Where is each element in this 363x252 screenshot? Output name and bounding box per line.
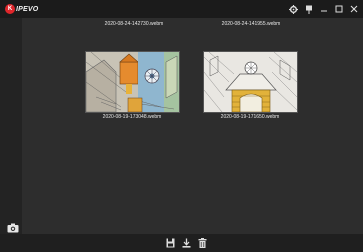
video-thumbnail-1[interactable]: [85, 51, 180, 113]
settings-icon[interactable]: [288, 4, 299, 15]
file-name-2[interactable]: 2020-08-19-171650.webm: [200, 114, 300, 120]
download-icon[interactable]: [181, 237, 191, 248]
logo-text: IPEVO: [16, 5, 39, 13]
logo-badge: K: [5, 4, 15, 14]
bottom-actions: [165, 237, 207, 248]
maximize-icon[interactable]: [333, 4, 344, 15]
file-gallery: 2020-08-24-142730.webm 2020-08-24-141955…: [22, 18, 363, 234]
file-name-top-1[interactable]: 2020-08-24-142730.webm: [84, 21, 184, 27]
file-name-1[interactable]: 2020-08-19-173048.webm: [82, 114, 182, 120]
minimize-icon[interactable]: [318, 4, 329, 15]
close-icon[interactable]: [348, 4, 359, 15]
camera-icon[interactable]: [6, 222, 20, 234]
app-logo: K IPEVO: [5, 4, 38, 14]
pin-icon[interactable]: [303, 4, 314, 15]
file-name-top-2[interactable]: 2020-08-24-141955.webm: [201, 21, 301, 27]
bottom-toolbar: [0, 234, 363, 252]
video-thumbnail-2[interactable]: [203, 51, 298, 113]
save-icon[interactable]: [165, 237, 175, 248]
left-panel: [0, 18, 22, 234]
window-controls: [288, 3, 359, 15]
trash-icon[interactable]: [197, 237, 207, 248]
title-bar: K IPEVO: [0, 0, 363, 18]
